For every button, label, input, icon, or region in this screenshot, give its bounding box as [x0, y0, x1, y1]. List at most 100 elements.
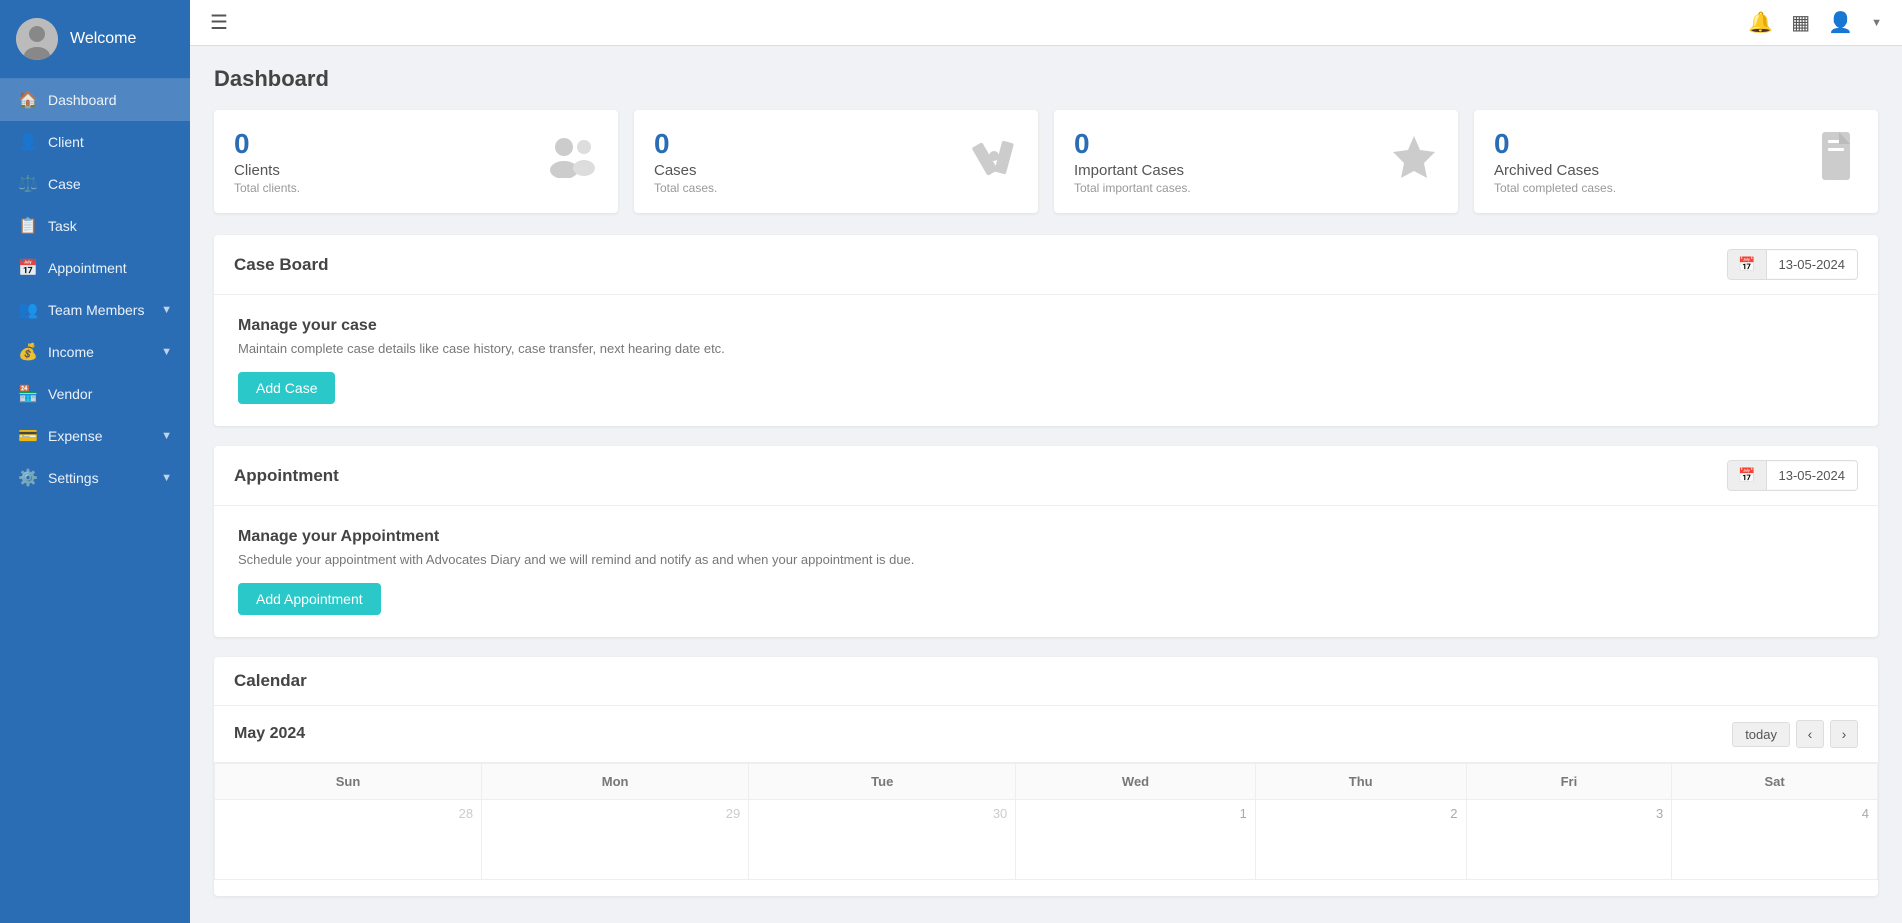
stat-icon-important-cases [1390, 133, 1438, 190]
sidebar-item-dashboard[interactable]: 🏠 Dashboard [0, 79, 190, 121]
stat-sublabel-cases: Total cases. [654, 181, 717, 195]
calendar-cell: 3 [1466, 800, 1672, 880]
stat-number-cases: 0 [654, 128, 717, 160]
task-icon: 📋 [18, 216, 38, 236]
vendor-label: Vendor [48, 386, 172, 402]
expense-chevron: ▼ [161, 430, 172, 442]
case-board-date-input[interactable]: 📅 13-05-2024 [1727, 249, 1858, 280]
appointment-section: Appointment 📅 13-05-2024 Manage your App… [214, 446, 1878, 637]
stat-number-archived-cases: 0 [1494, 128, 1616, 160]
appointment-calendar-icon: 📅 [1728, 461, 1766, 490]
team-members-chevron: ▼ [161, 304, 172, 316]
calendar-cell: 4 [1672, 800, 1878, 880]
sidebar-header: Welcome [0, 0, 190, 79]
calendar-month-label: May 2024 [234, 725, 305, 743]
user-dropdown-arrow[interactable]: ▼ [1871, 17, 1882, 29]
calendar-prev-button[interactable]: ‹ [1796, 720, 1824, 748]
calendar-day-wed: Wed [1016, 764, 1256, 800]
calendar-month-header: May 2024 today ‹ › [214, 706, 1878, 763]
income-label: Income [48, 344, 151, 360]
vendor-icon: 🏪 [18, 384, 38, 404]
stat-icon-cases [970, 132, 1018, 191]
calendar-section: Calendar May 2024 today ‹ › SunMonTueWed… [214, 657, 1878, 896]
income-chevron: ▼ [161, 346, 172, 358]
stat-card-important-cases: 0 Important Cases Total important cases. [1054, 110, 1458, 213]
manage-appointment-desc: Schedule your appointment with Advocates… [238, 552, 1854, 567]
main-content: ☰ 🔔 ▦ 👤 ▼ Dashboard 0 Clients Total clie… [190, 0, 1902, 923]
topbar: ☰ 🔔 ▦ 👤 ▼ [190, 0, 1902, 46]
appointment-body: Manage your Appointment Schedule your ap… [214, 506, 1878, 637]
sidebar-item-settings[interactable]: ⚙️ Settings ▼ [0, 457, 190, 499]
calendar-day-mon: Mon [482, 764, 749, 800]
appointment-date-value: 13-05-2024 [1767, 462, 1858, 489]
team-members-label: Team Members [48, 302, 151, 318]
stats-row: 0 Clients Total clients. 0 Cases Total c… [214, 110, 1878, 213]
manage-appointment-title: Manage your Appointment [238, 528, 1854, 546]
settings-chevron: ▼ [161, 472, 172, 484]
calendar-day-num: 3 [1475, 806, 1664, 821]
topbar-left: ☰ [210, 10, 228, 35]
calendar-days-row: SunMonTueWedThuFriSat [215, 764, 1878, 800]
calendar-day-fri: Fri [1466, 764, 1672, 800]
sidebar-item-team-members[interactable]: 👥 Team Members ▼ [0, 289, 190, 331]
appointment-title: Appointment [234, 466, 339, 486]
calendar-day-num: 28 [223, 806, 473, 821]
appointment-date-input[interactable]: 📅 13-05-2024 [1727, 460, 1858, 491]
case-icon: ⚖️ [18, 174, 38, 194]
avatar [16, 18, 58, 60]
stat-card-cases: 0 Cases Total cases. [634, 110, 1038, 213]
sidebar-item-client[interactable]: 👤 Client [0, 121, 190, 163]
stat-number-clients: 0 [234, 128, 300, 160]
stat-sublabel-important-cases: Total important cases. [1074, 181, 1191, 195]
user-menu-icon[interactable]: 👤 [1828, 10, 1853, 35]
topbar-right: 🔔 ▦ 👤 ▼ [1748, 10, 1882, 35]
calendar-row-1: 28 29 30 1 2 34 [215, 800, 1878, 880]
calendar-grid-wrap: SunMonTueWedThuFriSat 28 29 30 1 2 34 [214, 763, 1878, 896]
sidebar-item-vendor[interactable]: 🏪 Vendor [0, 373, 190, 415]
calendar-day-num: 2 [1264, 806, 1458, 821]
dashboard-icon: 🏠 [18, 90, 38, 110]
team-members-icon: 👥 [18, 300, 38, 320]
sidebar-item-case[interactable]: ⚖️ Case [0, 163, 190, 205]
add-case-button[interactable]: Add Case [238, 372, 335, 404]
client-icon: 👤 [18, 132, 38, 152]
stat-card-clients: 0 Clients Total clients. [214, 110, 618, 213]
calendar-day-tue: Tue [749, 764, 1016, 800]
sidebar-welcome-label: Welcome [70, 30, 136, 48]
calendar-nav: today ‹ › [1732, 720, 1858, 748]
sidebar-item-appointment[interactable]: 📅 Appointment [0, 247, 190, 289]
income-icon: 💰 [18, 342, 38, 362]
stat-sublabel-clients: Total clients. [234, 181, 300, 195]
add-appointment-button[interactable]: Add Appointment [238, 583, 381, 615]
case-board-date-value: 13-05-2024 [1767, 251, 1858, 278]
settings-label: Settings [48, 470, 151, 486]
calendar-day-num: 1 [1024, 806, 1247, 821]
calendar-today-button[interactable]: today [1732, 722, 1790, 747]
appointment-header: Appointment 📅 13-05-2024 [214, 446, 1878, 506]
manage-case-title: Manage your case [238, 317, 1854, 335]
notification-icon[interactable]: 🔔 [1748, 10, 1773, 35]
calendar-day-num: 30 [757, 806, 1007, 821]
sidebar-item-income[interactable]: 💰 Income ▼ [0, 331, 190, 373]
dashboard-area: Dashboard 0 Clients Total clients. 0 Cas… [190, 46, 1902, 923]
stat-card-archived-cases: 0 Archived Cases Total completed cases. [1474, 110, 1878, 213]
case-board-body: Manage your case Maintain complete case … [214, 295, 1878, 426]
calendar-tbody: 28 29 30 1 2 34 [215, 800, 1878, 880]
grid-icon[interactable]: ▦ [1791, 10, 1810, 35]
expense-icon: 💳 [18, 426, 38, 446]
calendar-day-thu: Thu [1255, 764, 1466, 800]
sidebar-item-task[interactable]: 📋 Task [0, 205, 190, 247]
calendar-day-num: 29 [490, 806, 740, 821]
calendar-next-button[interactable]: › [1830, 720, 1858, 748]
stat-left-important-cases: 0 Important Cases Total important cases. [1074, 128, 1191, 195]
stat-label-cases: Cases [654, 162, 717, 179]
sidebar-item-expense[interactable]: 💳 Expense ▼ [0, 415, 190, 457]
case-board-title: Case Board [234, 255, 328, 275]
menu-icon[interactable]: ☰ [210, 10, 228, 35]
calendar-cell: 28 [215, 800, 482, 880]
stat-left-archived-cases: 0 Archived Cases Total completed cases. [1494, 128, 1616, 195]
appointment-label: Appointment [48, 260, 172, 276]
calendar-section-title: Calendar [234, 671, 307, 691]
appointment-icon: 📅 [18, 258, 38, 278]
client-label: Client [48, 134, 172, 150]
